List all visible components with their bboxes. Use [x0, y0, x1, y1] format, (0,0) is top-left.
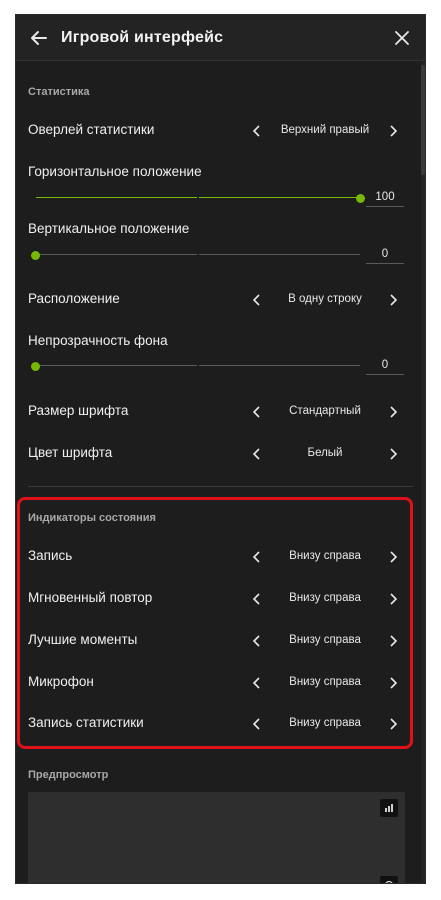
chevron-left-icon[interactable] — [250, 124, 264, 138]
background-opacity-label: Непрозрачность фона — [28, 333, 168, 348]
indicator-microphone-value: Внизу справа — [289, 676, 361, 688]
game-overlay-panel: Игровой интерфейс Статистика Оверлей ста… — [16, 15, 425, 883]
horizontal-position-slider[interactable] — [36, 191, 365, 205]
record-indicator-icon — [380, 876, 398, 883]
slider-knob[interactable] — [31, 251, 40, 260]
section-title-indicators: Индикаторы состояния — [28, 512, 156, 524]
vertical-position-slider[interactable] — [31, 248, 360, 262]
chevron-left-icon[interactable] — [250, 405, 264, 419]
status-indicators-highlight — [17, 497, 413, 749]
section-divider — [28, 486, 413, 487]
section-title-preview: Предпросмотр — [28, 769, 109, 781]
font-color-label: Цвет шрифта — [28, 445, 113, 460]
slider-knob[interactable] — [31, 362, 40, 371]
layout-label: Расположение — [28, 291, 120, 306]
chevron-right-icon[interactable] — [386, 634, 400, 648]
scrollbar-thumb[interactable] — [421, 65, 425, 175]
vertical-position-label: Вертикальное положение — [28, 221, 190, 236]
chevron-left-icon[interactable] — [250, 293, 264, 307]
layout-value: В одну строку — [288, 293, 362, 305]
chevron-right-icon[interactable] — [386, 550, 400, 564]
indicator-highlights-label: Лучшие моменты — [28, 632, 138, 647]
chevron-left-icon[interactable] — [250, 592, 264, 606]
page-title: Игровой интерфейс — [61, 29, 224, 46]
indicator-recording-value: Внизу справа — [289, 550, 361, 562]
indicator-instant-replay-label: Мгновенный повтор — [28, 590, 153, 605]
overlay-stats-value: Верхний правый — [280, 124, 370, 136]
chevron-right-icon[interactable] — [386, 676, 400, 690]
chevron-right-icon[interactable] — [386, 717, 400, 731]
arrow-left-icon[interactable] — [28, 27, 50, 49]
slider-tick — [197, 363, 199, 368]
chevron-right-icon[interactable] — [386, 447, 400, 461]
scrollbar-track[interactable] — [421, 61, 425, 883]
indicator-stats-recording-label: Запись статистики — [28, 715, 144, 730]
indicator-instant-replay-value: Внизу справа — [289, 592, 361, 604]
chevron-right-icon[interactable] — [386, 124, 400, 138]
horizontal-position-value[interactable]: 100 — [366, 191, 404, 207]
indicator-microphone-label: Микрофон — [28, 674, 94, 689]
font-size-label: Размер шрифта — [28, 403, 129, 418]
chevron-left-icon[interactable] — [250, 550, 264, 564]
chevron-left-icon[interactable] — [250, 717, 264, 731]
font-color-value: Белый — [307, 447, 343, 459]
section-title-stats: Статистика — [28, 86, 90, 98]
background-opacity-value[interactable]: 0 — [366, 359, 404, 375]
chevron-left-icon[interactable] — [250, 676, 264, 690]
overlay-stats-label: Оверлей статистики — [28, 122, 155, 137]
chevron-left-icon[interactable] — [250, 447, 264, 461]
stats-overlay-icon — [380, 799, 398, 817]
chevron-right-icon[interactable] — [386, 405, 400, 419]
font-size-value: Стандартный — [289, 405, 361, 417]
indicator-recording-label: Запись — [28, 548, 73, 563]
background-opacity-slider[interactable] — [31, 359, 360, 373]
slider-tick — [197, 195, 199, 200]
vertical-position-value[interactable]: 0 — [366, 248, 404, 264]
preview-area — [28, 792, 405, 883]
indicator-highlights-value: Внизу справа — [289, 634, 361, 646]
close-icon[interactable] — [393, 29, 411, 47]
chevron-right-icon[interactable] — [386, 592, 400, 606]
chevron-left-icon[interactable] — [250, 634, 264, 648]
panel-header: Игровой интерфейс — [16, 15, 425, 61]
indicator-stats-recording-value: Внизу справа — [289, 717, 361, 729]
horizontal-position-label: Горизонтальное положение — [28, 164, 202, 179]
slider-knob[interactable] — [356, 194, 365, 203]
chevron-right-icon[interactable] — [386, 293, 400, 307]
slider-tick — [197, 252, 199, 257]
